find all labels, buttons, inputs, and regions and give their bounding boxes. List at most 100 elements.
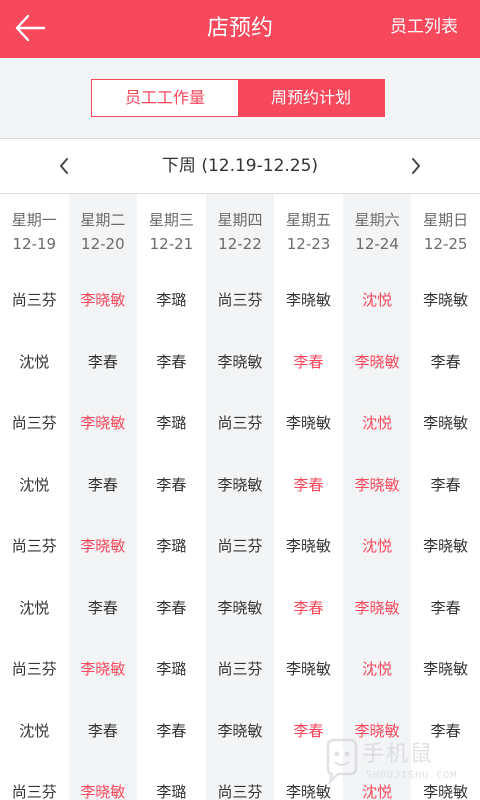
weekday-label: 星期三: [148, 211, 194, 229]
date-label: 12-22: [218, 235, 262, 253]
day-header: 星期五 12-23: [274, 194, 343, 270]
schedule-cell[interactable]: 尚三芬: [0, 393, 69, 455]
schedule-cell[interactable]: 李晓敏: [274, 639, 343, 701]
schedule-cell[interactable]: 李晓敏: [411, 270, 480, 332]
date-label: 12-20: [81, 235, 125, 253]
day-column: 星期一 12-19 尚三芬 沈悦 尚三芬 沈悦 尚三芬 沈悦 尚三芬 沈悦 尚三…: [0, 194, 69, 800]
schedule-cell[interactable]: 李晓敏: [206, 455, 275, 517]
schedule-cell[interactable]: 李春: [274, 455, 343, 517]
schedule-cell[interactable]: 沈悦: [343, 639, 412, 701]
schedule-cell[interactable]: 李晓敏: [343, 701, 412, 763]
schedule-cell[interactable]: 沈悦: [0, 701, 69, 763]
week-navigator: 下周 (12.19-12.25): [0, 139, 480, 194]
tabs-area: 员工工作量 周预约计划: [0, 58, 480, 139]
schedule-cell[interactable]: 尚三芬: [206, 393, 275, 455]
schedule-cell[interactable]: 李春: [274, 332, 343, 394]
next-week-button[interactable]: [396, 139, 436, 193]
day-header: 星期一 12-19: [0, 194, 69, 270]
day-header: 星期二 12-20: [69, 194, 138, 270]
schedule-cell[interactable]: 沈悦: [0, 578, 69, 640]
schedule-cell[interactable]: 李春: [137, 332, 206, 394]
schedule-cell[interactable]: 李晓敏: [69, 270, 138, 332]
day-header: 星期日 12-25: [411, 194, 480, 270]
schedule-cell[interactable]: 李晓敏: [206, 701, 275, 763]
schedule-cell[interactable]: 李晓敏: [411, 639, 480, 701]
date-label: 12-25: [423, 235, 468, 253]
day-header: 星期四 12-22: [206, 194, 275, 270]
segmented-tabs: 员工工作量 周预约计划: [91, 79, 385, 117]
schedule-cell[interactable]: 李晓敏: [69, 639, 138, 701]
schedule-cell[interactable]: 李晓敏: [343, 332, 412, 394]
schedule-cell[interactable]: 沈悦: [0, 332, 69, 394]
schedule-cell[interactable]: 尚三芬: [0, 639, 69, 701]
tab-employee-workload[interactable]: 员工工作量: [92, 80, 238, 116]
schedule-cell[interactable]: 沈悦: [343, 393, 412, 455]
schedule-cell[interactable]: 李春: [69, 455, 138, 517]
schedule-cell[interactable]: 李春: [137, 701, 206, 763]
schedule-cell[interactable]: 李春: [69, 578, 138, 640]
day-header: 星期三 12-21: [137, 194, 206, 270]
tab-weekly-plan[interactable]: 周预约计划: [238, 80, 384, 116]
day-column: 星期五 12-23 李晓敏 李春 李晓敏 李春 李晓敏 李春 李晓敏 李春 李晓…: [274, 194, 343, 800]
schedule-cell[interactable]: 李晓敏: [411, 393, 480, 455]
schedule-cell[interactable]: 尚三芬: [206, 639, 275, 701]
schedule-cell[interactable]: 李璐: [137, 762, 206, 800]
day-column: 星期六 12-24 沈悦 李晓敏 沈悦 李晓敏 沈悦 李晓敏 沈悦 李晓敏 沈悦: [342, 194, 412, 800]
day-column: 星期二 12-20 李晓敏 李春 李晓敏 李春 李晓敏 李春 李晓敏 李春 李晓…: [68, 194, 138, 800]
weekday-label: 星期日: [423, 211, 469, 229]
weekday-label: 星期四: [217, 211, 263, 229]
employee-list-button[interactable]: 员工列表: [390, 0, 458, 58]
schedule-cell[interactable]: 李晓敏: [274, 762, 343, 800]
schedule-cell[interactable]: 李春: [69, 332, 138, 394]
schedule-cell[interactable]: 李晓敏: [69, 516, 138, 578]
header-bar: 店预约 员工列表: [0, 0, 480, 58]
schedule-cell[interactable]: 李璐: [137, 393, 206, 455]
date-label: 12-23: [286, 235, 331, 253]
schedule-cell[interactable]: 李春: [137, 455, 206, 517]
schedule-cell[interactable]: 沈悦: [343, 516, 412, 578]
schedule-cell[interactable]: 李春: [137, 578, 206, 640]
back-button[interactable]: [8, 6, 52, 50]
schedule-cell[interactable]: 李晓敏: [343, 578, 412, 640]
schedule-cell[interactable]: 李璐: [137, 270, 206, 332]
date-label: 12-24: [355, 235, 399, 253]
day-column: 星期日 12-25 李晓敏 李春 李晓敏 李春 李晓敏 李春 李晓敏 李春 李晓…: [411, 194, 480, 800]
schedule-cell[interactable]: 李晓敏: [274, 393, 343, 455]
schedule-cell[interactable]: 沈悦: [0, 455, 69, 517]
schedule-cell[interactable]: 李晓敏: [206, 332, 275, 394]
schedule-cell[interactable]: 尚三芬: [206, 270, 275, 332]
prev-week-button[interactable]: [44, 139, 84, 193]
schedule-cell[interactable]: 尚三芬: [0, 762, 69, 800]
schedule-cell[interactable]: 尚三芬: [0, 270, 69, 332]
date-label: 12-19: [12, 235, 57, 253]
schedule-cell[interactable]: 李春: [411, 578, 480, 640]
schedule-cell[interactable]: 李春: [411, 332, 480, 394]
schedule-cell[interactable]: 李春: [274, 701, 343, 763]
schedule-cell[interactable]: 李璐: [137, 516, 206, 578]
day-column: 星期四 12-22 尚三芬 李晓敏 尚三芬 李晓敏 尚三芬 李晓敏 尚三芬 李晓…: [205, 194, 275, 800]
schedule-cell[interactable]: 沈悦: [343, 270, 412, 332]
schedule-cell[interactable]: 李晓敏: [69, 393, 138, 455]
weekday-label: 星期六: [354, 211, 400, 229]
schedule-cell[interactable]: 尚三芬: [206, 762, 275, 800]
schedule-cell[interactable]: 李晓敏: [69, 762, 138, 800]
day-header: 星期六 12-24: [343, 194, 412, 270]
schedule-cell[interactable]: 李春: [411, 455, 480, 517]
schedule-cell[interactable]: 李晓敏: [343, 455, 412, 517]
schedule-cell[interactable]: 李春: [274, 578, 343, 640]
schedule-cell[interactable]: 尚三芬: [0, 516, 69, 578]
schedule-cell[interactable]: 李璐: [137, 639, 206, 701]
schedule-cell[interactable]: 李晓敏: [411, 516, 480, 578]
schedule-cell[interactable]: 李春: [69, 701, 138, 763]
schedule-cell[interactable]: 李晓敏: [274, 516, 343, 578]
schedule-cell[interactable]: 沈悦: [343, 762, 412, 800]
schedule-cell[interactable]: 李春: [411, 701, 480, 763]
schedule-cell[interactable]: 尚三芬: [206, 516, 275, 578]
chevron-right-icon: [412, 158, 420, 174]
schedule-cell[interactable]: 李晓敏: [274, 270, 343, 332]
weekday-label: 星期一: [11, 211, 57, 229]
schedule-cell[interactable]: 李晓敏: [411, 762, 480, 800]
schedule-cell[interactable]: 李晓敏: [206, 578, 275, 640]
chevron-left-icon: [60, 158, 68, 174]
date-label: 12-21: [149, 235, 194, 253]
